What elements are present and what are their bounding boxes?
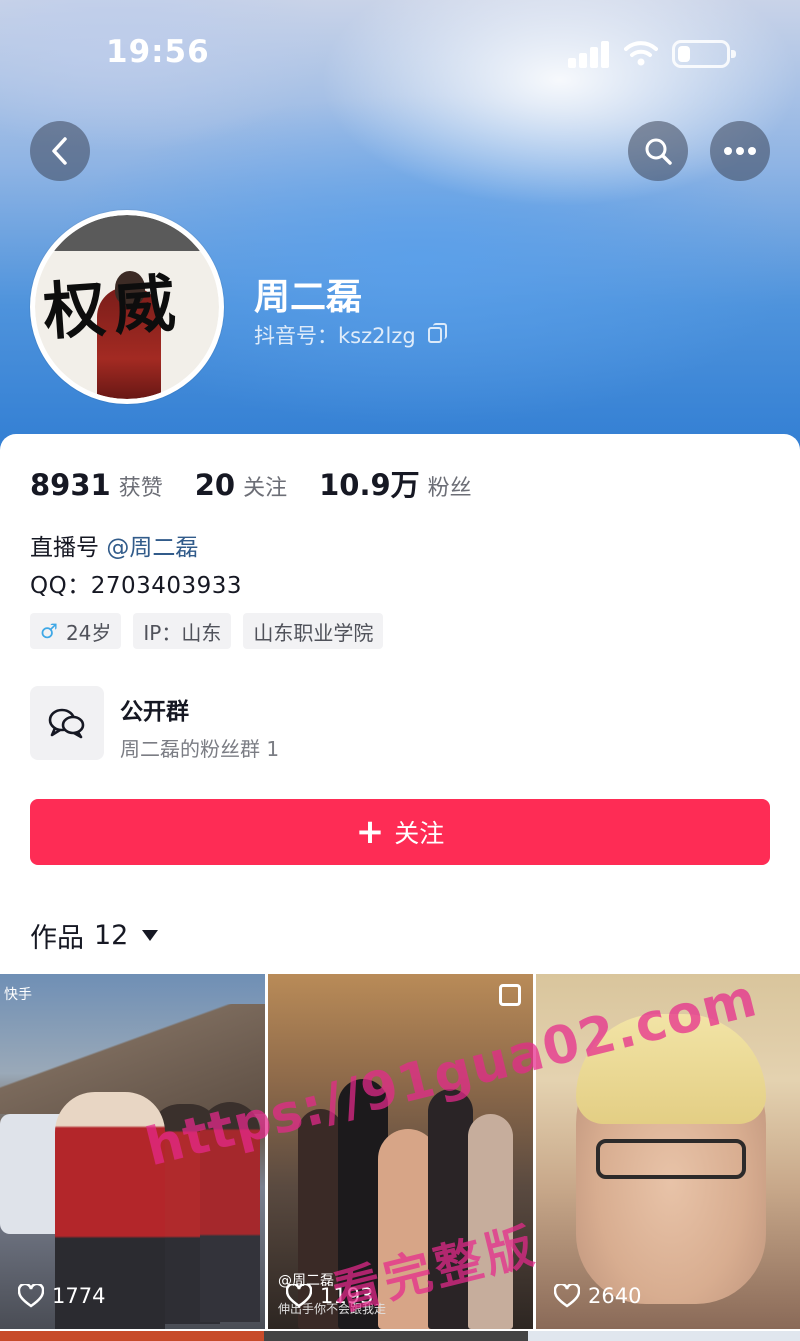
heart-icon [286, 1284, 312, 1308]
plus-icon: + [355, 812, 385, 852]
stat-likes-label: 获赞 [118, 476, 163, 501]
works-count: 12 [94, 920, 129, 951]
stats-row: 8931 获赞 20 关注 10.9万 粉丝 [30, 462, 504, 504]
avatar-logo-text: 权威 [41, 266, 186, 349]
stat-followers-label: 粉丝 [427, 476, 472, 501]
wifi-icon [624, 41, 658, 66]
stat-following[interactable]: 20 关注 [195, 468, 287, 502]
bio-live-line: 直播号 @周二磊 [30, 528, 198, 562]
chevron-left-icon [52, 137, 67, 165]
status-bar: 19:56 [0, 0, 800, 100]
group-chat-icon [48, 708, 85, 739]
follow-button-label: 关注 [394, 819, 445, 848]
works-label: 作品 [30, 923, 84, 954]
next-row-thumbnails [0, 1331, 800, 1341]
tag-age: 24岁 [65, 620, 112, 645]
bio-live-prefix: 直播号 [30, 535, 107, 561]
heart-icon [554, 1284, 580, 1308]
fan-group-entry[interactable]: 公开群 周二磊的粉丝群 1 [30, 686, 770, 762]
caret-down-icon [142, 930, 159, 941]
profile-name: 周二磊 [254, 277, 363, 318]
stat-followers[interactable]: 10.9万 粉丝 [319, 462, 472, 504]
tag-gender-age: ♂ 24岁 [30, 613, 122, 649]
stat-following-label: 关注 [243, 476, 288, 501]
status-time: 19:56 [106, 34, 210, 70]
search-icon [645, 138, 672, 165]
stat-likes-value: 8931 [30, 468, 111, 502]
heart-icon [18, 1284, 44, 1308]
video-like-value: 1193 [320, 1284, 374, 1308]
video-like-count: 1193 [286, 1284, 373, 1308]
multi-image-icon [499, 984, 521, 1006]
follow-button[interactable]: + 关注 [30, 799, 770, 865]
bio-qq: QQ：2703403933 [30, 573, 243, 599]
tag-ip: IP：山东 [133, 613, 232, 649]
group-subtitle: 周二磊的粉丝群 1 [120, 737, 280, 761]
bio-live-mention[interactable]: @周二磊 [106, 535, 198, 561]
video-corner-text: 快手 [4, 987, 32, 1003]
video-like-value: 2640 [588, 1284, 642, 1308]
signal-icon [568, 40, 610, 68]
stat-followers-value: 10.9万 [319, 468, 420, 502]
copy-icon[interactable] [427, 323, 447, 343]
more-horizontal-icon [724, 147, 756, 155]
group-title: 公开群 [120, 699, 189, 725]
back-button[interactable] [30, 121, 90, 181]
video-like-count: 2640 [554, 1284, 641, 1308]
video-like-value: 1774 [52, 1284, 106, 1308]
stat-following-value: 20 [194, 468, 236, 502]
group-chat-icon-box [30, 686, 104, 760]
search-button[interactable] [628, 121, 688, 181]
more-button[interactable] [710, 121, 770, 181]
male-icon: ♂ [40, 619, 58, 643]
douyin-id[interactable]: 抖音号：ksz2lzg [254, 320, 447, 350]
battery-icon [672, 40, 736, 68]
video-tile[interactable]: 2640 [536, 974, 800, 1329]
works-tab[interactable]: 作品 12 [30, 916, 159, 955]
video-grid: 快手 1774 @周二磊 伸出手你不会跟我走 1193 2640 [0, 974, 800, 1341]
profile-tags: ♂ 24岁 IP：山东 山东职业学院 [30, 613, 384, 649]
douyin-id-text: 抖音号：ksz2lzg [254, 324, 416, 348]
video-tile[interactable]: @周二磊 伸出手你不会跟我走 1193 [268, 974, 533, 1329]
video-like-count: 1774 [18, 1284, 105, 1308]
video-tile[interactable]: 快手 1774 [0, 974, 265, 1329]
stat-likes: 8931 获赞 [30, 468, 163, 502]
tag-school[interactable]: 山东职业学院 [243, 613, 384, 649]
avatar[interactable]: 权威 [30, 210, 224, 404]
